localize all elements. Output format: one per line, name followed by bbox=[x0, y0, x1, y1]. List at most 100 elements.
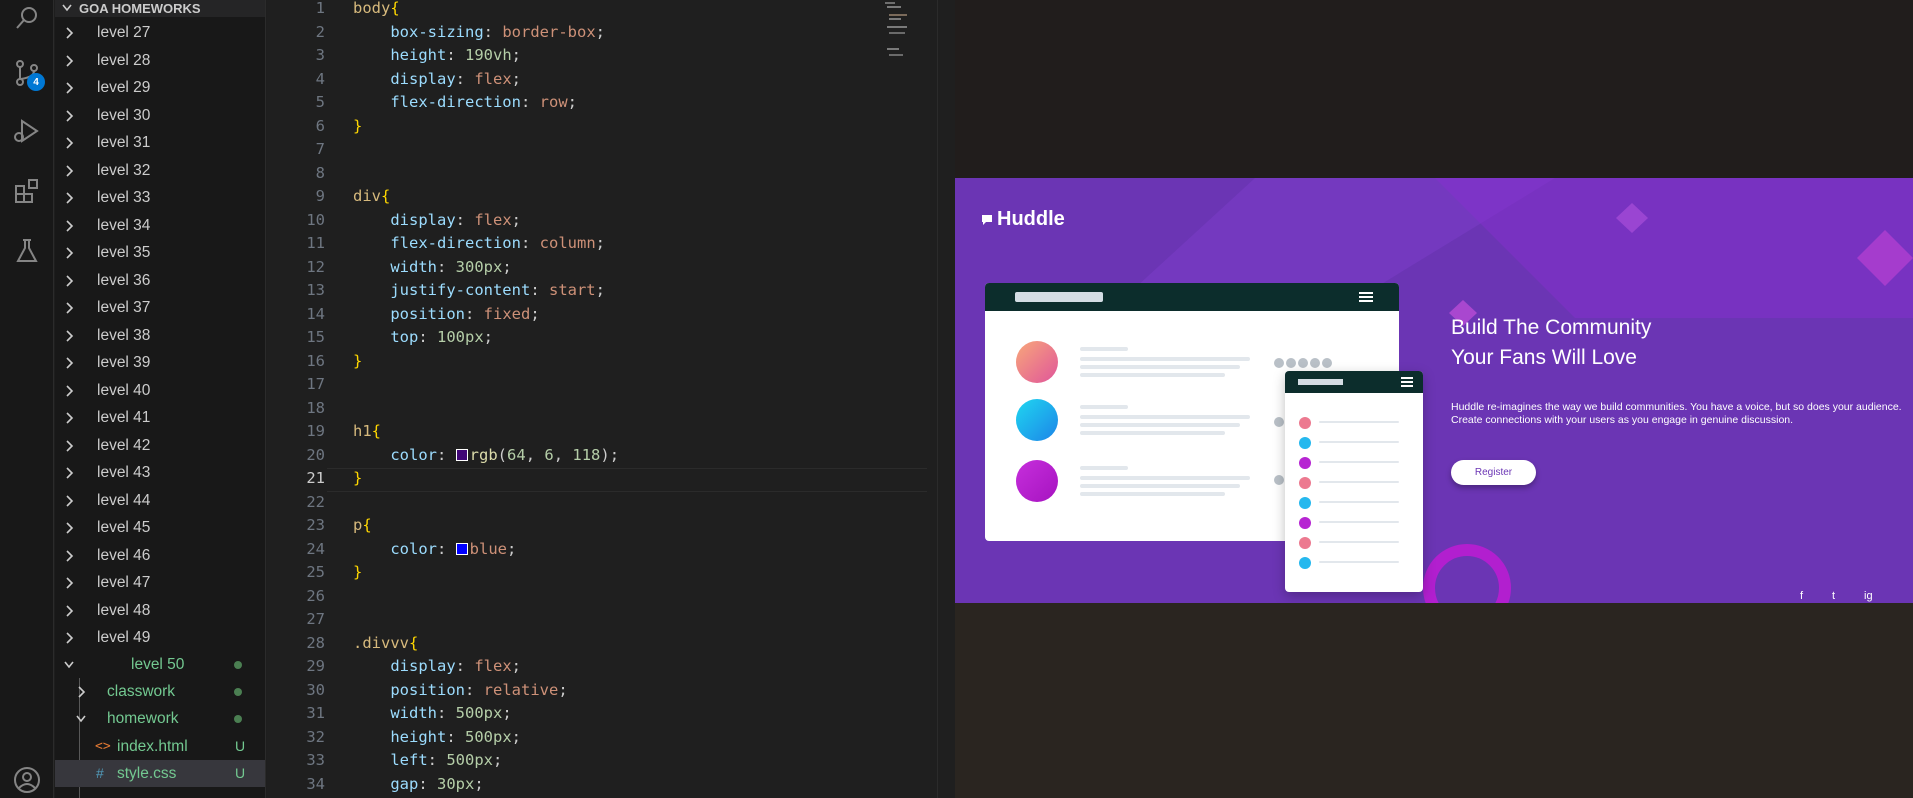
tree-folder-level-40[interactable]: level 40 bbox=[55, 377, 265, 404]
live-preview: Huddle Build The Community Your Fans Will… bbox=[955, 0, 1913, 798]
chevron-right-icon bbox=[66, 467, 74, 479]
tree-file-index-html[interactable]: <> index.html U bbox=[55, 733, 265, 760]
tree-item-label: level 46 bbox=[97, 546, 151, 564]
facebook-icon[interactable]: f bbox=[1800, 590, 1803, 602]
code-line[interactable]: display: flex; bbox=[353, 67, 521, 91]
tree-item-label: level 44 bbox=[97, 491, 151, 509]
code-line[interactable]: body{ bbox=[353, 0, 400, 20]
tree-item-label: level 42 bbox=[97, 436, 151, 454]
code-line[interactable]: position: fixed; bbox=[353, 302, 539, 326]
line-number: 27 bbox=[306, 610, 325, 628]
code-line[interactable]: gap: 30px; bbox=[353, 772, 483, 796]
search-icon[interactable] bbox=[8, 0, 46, 38]
tree-folder-level-27[interactable]: level 27 bbox=[55, 19, 265, 46]
minimap[interactable] bbox=[881, 0, 931, 70]
explorer-folder-name: GOA HOMEWORKS bbox=[79, 1, 201, 16]
code-line[interactable]: width: 500px; bbox=[353, 701, 511, 725]
code-line[interactable]: box-sizing: border-box; bbox=[353, 20, 605, 44]
code-line[interactable]: width: 300px; bbox=[353, 255, 511, 279]
tree-folder-level-47[interactable]: level 47 bbox=[55, 569, 265, 596]
line-number: 6 bbox=[315, 116, 325, 135]
untracked-badge: U bbox=[235, 765, 246, 781]
tree-folder-level-34[interactable]: level 34 bbox=[55, 212, 265, 239]
split-sash[interactable] bbox=[937, 0, 955, 798]
code-line[interactable]: } bbox=[353, 466, 362, 490]
code-line[interactable]: } bbox=[353, 349, 362, 373]
code-line[interactable]: p{ bbox=[353, 513, 372, 537]
code-line[interactable]: color: blue; bbox=[353, 537, 516, 561]
line-number: 19 bbox=[306, 422, 325, 440]
register-button[interactable]: Register bbox=[1451, 460, 1536, 485]
hamburger-icon bbox=[1401, 377, 1413, 387]
testing-flask-icon[interactable] bbox=[8, 232, 46, 270]
tree-folder-level-33[interactable]: level 33 bbox=[55, 184, 265, 211]
tree-folder-level-43[interactable]: level 43 bbox=[55, 459, 265, 486]
preview-top-area bbox=[955, 0, 1913, 178]
chevron-right-icon bbox=[66, 302, 74, 314]
tree-folder-level-39[interactable]: level 39 bbox=[55, 349, 265, 376]
account-icon[interactable] bbox=[8, 761, 46, 798]
tree-folder-homework[interactable]: homework bbox=[55, 705, 265, 732]
code-line[interactable]: left: 500px; bbox=[353, 748, 502, 772]
tree-folder-level-50[interactable]: level 50 bbox=[55, 651, 265, 678]
code-line[interactable]: .divvv{ bbox=[353, 631, 418, 655]
tree-folder-level-41[interactable]: level 41 bbox=[55, 404, 265, 431]
code-editor[interactable]: 1 2 3 4 5 6 7 8 9 10 11 12 13 14 15 16 17 18 19 20 21 22 23 24 2… bbox=[267, 0, 937, 798]
code-line[interactable]: color: rgb(64, 6, 118); bbox=[353, 443, 619, 467]
tree-folder-level-42[interactable]: level 42 bbox=[55, 432, 265, 459]
code-line[interactable]: display: flex; bbox=[353, 208, 521, 232]
code-line[interactable]: display: flex; bbox=[353, 654, 521, 678]
code-line[interactable]: top: 100px; bbox=[353, 325, 493, 349]
tree-folder-level-32[interactable]: level 32 bbox=[55, 157, 265, 184]
untracked-badge: U bbox=[235, 738, 246, 754]
line-number: 7 bbox=[315, 140, 325, 158]
tree-folder-level-29[interactable]: level 29 bbox=[55, 74, 265, 101]
code-line[interactable]: flex-direction: row; bbox=[353, 90, 577, 114]
code-line[interactable]: flex-direction: column; bbox=[353, 231, 605, 255]
code-line[interactable]: position: relative; bbox=[353, 678, 567, 702]
instagram-icon[interactable]: ig bbox=[1864, 590, 1873, 602]
line-number: 17 bbox=[306, 375, 325, 393]
line-number: 1 bbox=[315, 0, 325, 17]
tree-folder-level-28[interactable]: level 28 bbox=[55, 47, 265, 74]
tree-folder-level-45[interactable]: level 45 bbox=[55, 514, 265, 541]
tree-item-label: level 41 bbox=[97, 409, 151, 426]
line-number: 33 bbox=[306, 751, 325, 769]
explorer-folder-header[interactable]: GOA HOMEWORKS bbox=[55, 0, 265, 17]
chevron-right-icon bbox=[66, 494, 74, 507]
tree-item-label: level 40 bbox=[97, 381, 151, 399]
code-line[interactable]: height: 500px; bbox=[353, 725, 521, 749]
code-line[interactable]: justify-content: start; bbox=[353, 278, 605, 302]
chevron-right-icon bbox=[66, 274, 74, 287]
tree-folder-level-30[interactable]: level 30 bbox=[55, 102, 265, 129]
code-line[interactable]: } bbox=[353, 560, 362, 584]
tree-folder-level-48[interactable]: level 48 bbox=[55, 597, 265, 624]
code-line[interactable]: h1{ bbox=[353, 419, 381, 443]
run-debug-icon[interactable] bbox=[8, 112, 46, 150]
extensions-icon[interactable] bbox=[8, 172, 46, 210]
tree-folder-level-46[interactable]: level 46 bbox=[55, 542, 265, 569]
tree-item-label: level 31 bbox=[97, 134, 151, 151]
tree-folder-level-44[interactable]: level 44 bbox=[55, 487, 265, 514]
tree-item-label: classwork bbox=[107, 683, 176, 700]
line-number: 11 bbox=[306, 234, 325, 252]
chevron-right-icon bbox=[66, 54, 74, 67]
tree-folder-level-36[interactable]: level 36 bbox=[55, 267, 265, 294]
tree-folder-level-37[interactable]: level 37 bbox=[55, 294, 265, 321]
line-number: 23 bbox=[306, 516, 325, 534]
modified-dot bbox=[234, 661, 242, 669]
tree-folder-level-35[interactable]: level 35 bbox=[55, 239, 265, 266]
line-number: 26 bbox=[306, 586, 325, 605]
twitter-icon[interactable]: t bbox=[1832, 590, 1835, 602]
huddle-logo[interactable]: Huddle bbox=[981, 208, 1065, 231]
code-line[interactable]: } bbox=[353, 114, 362, 138]
tree-folder-classwork[interactable]: classwork bbox=[55, 678, 265, 705]
line-number: 32 bbox=[306, 727, 325, 746]
css-file-icon: # bbox=[96, 765, 104, 781]
tree-folder-level-38[interactable]: level 38 bbox=[55, 322, 265, 349]
tree-file-style-css[interactable]: # style.css U bbox=[55, 760, 265, 787]
tree-folder-level-49[interactable]: level 49 bbox=[55, 624, 265, 651]
tree-folder-level-31[interactable]: level 31 bbox=[55, 129, 265, 156]
code-line[interactable]: div{ bbox=[353, 184, 390, 208]
code-line[interactable]: height: 190vh; bbox=[353, 43, 521, 67]
